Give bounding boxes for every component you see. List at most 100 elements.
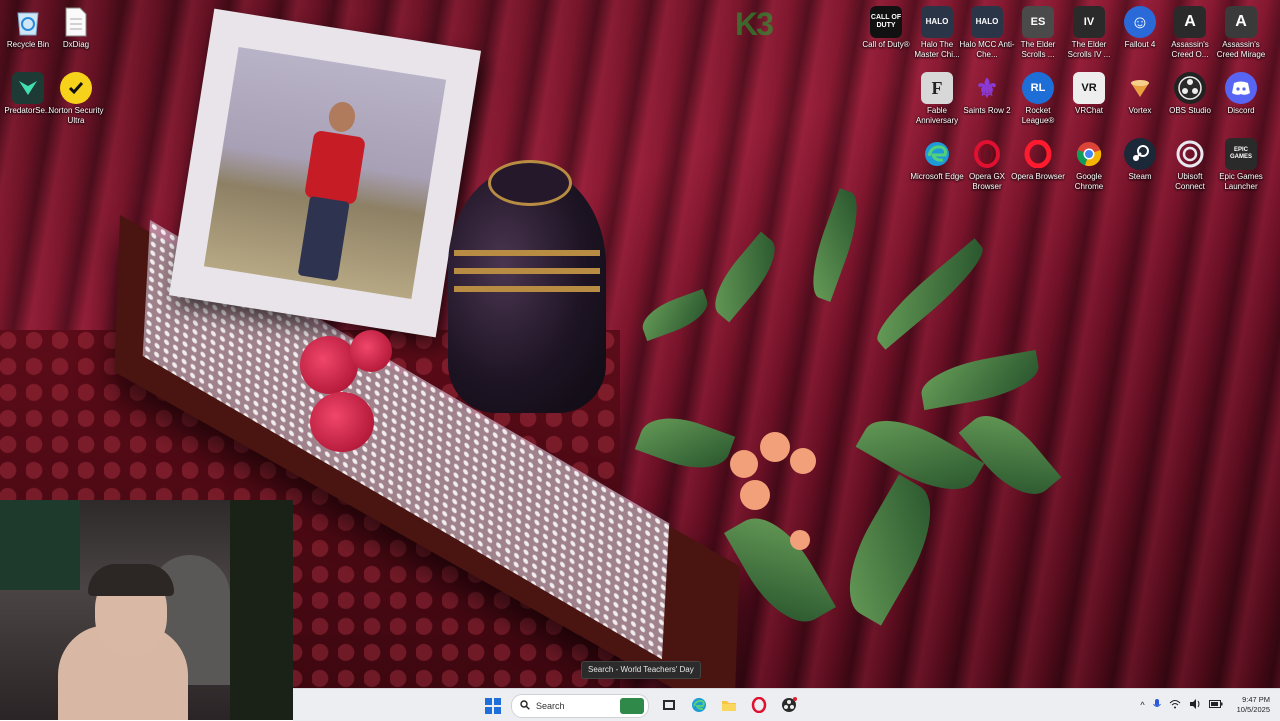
- windows-logo-square: [485, 698, 492, 705]
- epic-games-glyph: EPIC GAMES: [1229, 147, 1252, 160]
- search-tooltip: Search - World Teachers' Day: [581, 661, 701, 679]
- windows-logo-square: [494, 698, 501, 705]
- windows-start-icon[interactable]: [485, 698, 501, 714]
- desktop-icon-label: Epic Games Launcher: [1219, 172, 1263, 191]
- epic-games-icon: EPIC GAMES: [1225, 138, 1257, 170]
- vrchat-glyph: VR: [1081, 82, 1097, 94]
- desktop-icon-rocket-league[interactable]: RL Rocket League®: [1010, 68, 1066, 126]
- desktop-icon-halo-mcc[interactable]: HALO Halo The Master Chi...: [909, 2, 965, 60]
- vortex-icon: [1124, 72, 1156, 104]
- volume-icon[interactable]: [1189, 699, 1201, 711]
- rocket-league-glyph: RL: [1030, 82, 1046, 94]
- windows-logo-square: [494, 707, 501, 714]
- desktop-icon-saints-row-2[interactable]: ⚜ Saints Row 2: [959, 68, 1015, 116]
- desktop-icon-fable[interactable]: F Fable Anniversary: [909, 68, 965, 126]
- halo-glyph: HALO: [975, 17, 999, 26]
- show-hidden-icons-chevron[interactable]: ^: [1140, 700, 1144, 710]
- desktop-icon-label: DxDiag: [62, 40, 90, 49]
- desktop-icon-fallout-4[interactable]: ☺ Fallout 4: [1112, 2, 1168, 50]
- desktop-icon-dxdiag[interactable]: DxDiag: [48, 2, 104, 50]
- plant-leaf: [636, 288, 714, 342]
- battery-icon[interactable]: [1208, 700, 1223, 710]
- plant-leaf: [867, 238, 993, 350]
- desktop-icon-label: Google Chrome: [1074, 172, 1104, 191]
- assassins-creed-glyph: A: [1184, 13, 1196, 30]
- desktop-icon-label: Halo The Master Chi...: [914, 40, 960, 59]
- urn-band: [454, 268, 600, 274]
- saints-row-icon: ⚜: [971, 72, 1003, 104]
- elder-scrolls-icon: ES: [1022, 6, 1054, 38]
- windows-logo-square: [485, 707, 492, 714]
- desktop-icon-label: OBS Studio: [1169, 106, 1211, 115]
- clock[interactable]: 9:47 PM 10/5/2025: [1237, 695, 1270, 715]
- desktop-icon-chrome[interactable]: Google Chrome: [1061, 134, 1117, 192]
- desktop-icon-edge[interactable]: Microsoft Edge: [909, 134, 965, 182]
- assassins-creed-icon: A: [1225, 6, 1257, 38]
- plant-leaf: [958, 400, 1062, 510]
- fable-icon: F: [921, 72, 953, 104]
- webcam-wall: [0, 500, 80, 590]
- halo-icon: HALO: [921, 6, 953, 38]
- desktop-icon-discord[interactable]: Discord: [1213, 68, 1269, 116]
- search-icon: [520, 699, 530, 713]
- rose: [310, 392, 374, 452]
- desktop-icon-epic-games[interactable]: EPIC GAMES Epic Games Launcher: [1213, 134, 1269, 192]
- desktop-icon-elder-scrolls[interactable]: ES The Elder Scrolls ...: [1010, 2, 1066, 60]
- edge-taskbar-icon[interactable]: [689, 695, 709, 715]
- discord-icon: [1225, 72, 1257, 104]
- desktop-icon-label: Assassin's Creed O...: [1171, 40, 1209, 59]
- assassins-creed-glyph: A: [1235, 13, 1247, 30]
- desktop-icon-label: Steam: [1128, 172, 1152, 181]
- desktop-icon-ubisoft-connect[interactable]: Ubisoft Connect: [1162, 134, 1218, 192]
- desktop-icon-opera-gx[interactable]: Opera GX Browser: [959, 134, 1015, 192]
- microphone-icon[interactable]: [1152, 698, 1161, 712]
- search-placeholder: Search: [536, 701, 565, 711]
- norton-icon: [60, 72, 92, 104]
- desktop-icon-label: Assassin's Creed Mirage: [1216, 40, 1266, 59]
- desktop-icon-label: The Elder Scrolls IV ...: [1067, 40, 1111, 59]
- desktop-icon-steam[interactable]: Steam: [1112, 134, 1168, 182]
- taskbar-search-box[interactable]: Search: [511, 694, 649, 718]
- desktop-icon-ac-origins[interactable]: A Assassin's Creed O...: [1162, 2, 1218, 60]
- flower: [790, 448, 816, 474]
- system-tray: ^ 9:47 PM 10/5/2025: [1140, 689, 1270, 721]
- webcam-curtain: [230, 500, 293, 720]
- document-icon: [60, 6, 92, 38]
- rose: [300, 336, 358, 394]
- urn: [448, 160, 606, 413]
- desktop-icon-label: Call of Duty®: [862, 40, 910, 49]
- file-explorer-icon[interactable]: [719, 695, 739, 715]
- desktop-icon-halo-anticheat[interactable]: HALO Halo MCC Anti-Che...: [959, 2, 1015, 60]
- desktop-icon-vortex[interactable]: Vortex: [1112, 68, 1168, 116]
- desktop-icon-label: Discord: [1227, 106, 1255, 115]
- flower: [740, 480, 770, 510]
- clock-time: 9:47 PM: [1242, 695, 1270, 704]
- plant-leaf: [634, 405, 736, 481]
- webcam-overlay: [0, 500, 293, 720]
- k3-overlay-logo: K3: [735, 6, 774, 43]
- search-highlight-icon: [620, 698, 644, 714]
- urn-band: [454, 286, 600, 292]
- fable-glyph: F: [931, 78, 943, 98]
- plant-leaf: [724, 503, 836, 637]
- desktop-icon-label: Opera GX Browser: [968, 172, 1005, 191]
- desktop-icon-vrchat[interactable]: VR VRChat: [1061, 68, 1117, 116]
- assassins-creed-icon: A: [1174, 6, 1206, 38]
- photo-person-head: [326, 100, 358, 134]
- desktop-icon-label: Fallout 4: [1124, 40, 1156, 49]
- call-of-duty-icon: CALL OF DUTY: [870, 6, 902, 38]
- task-view-icon[interactable]: [659, 695, 679, 715]
- desktop-icon-oblivion[interactable]: IV The Elder Scrolls IV ...: [1061, 2, 1117, 60]
- flower: [760, 432, 790, 462]
- desktop-icon-obs[interactable]: OBS Studio: [1162, 68, 1218, 116]
- desktop-icon-opera[interactable]: Opera Browser: [1010, 134, 1066, 182]
- desktop-icon-norton[interactable]: Norton Security Ultra: [48, 68, 104, 126]
- wifi-icon[interactable]: [1169, 699, 1181, 711]
- desktop-icon-ac-mirage[interactable]: A Assassin's Creed Mirage: [1213, 2, 1269, 60]
- opera-taskbar-icon[interactable]: [749, 695, 769, 715]
- obs-taskbar-icon[interactable]: [779, 695, 799, 715]
- desktop-icon-label: Ubisoft Connect: [1175, 172, 1205, 191]
- desktop-icon-call-of-duty[interactable]: CALL OF DUTY Call of Duty®: [858, 2, 914, 50]
- desktop-icon-label: Saints Row 2: [963, 106, 1011, 115]
- flower: [730, 450, 758, 478]
